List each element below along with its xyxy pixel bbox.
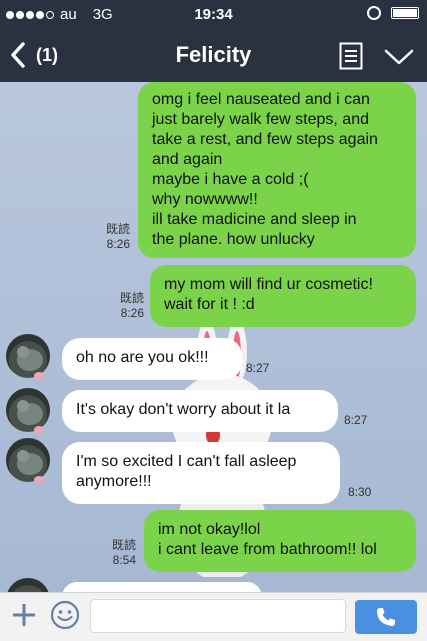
emoji-button[interactable] <box>50 600 80 630</box>
battery-icon <box>391 7 419 19</box>
back-button[interactable]: (1) <box>10 42 58 68</box>
plus-icon <box>13 604 35 626</box>
chat-area[interactable]: 既読 8:26 omg i feel nauseated and i can j… <box>0 82 427 592</box>
message-time: 8:54 <box>112 553 136 567</box>
message-input[interactable] <box>90 599 346 633</box>
my-message-bubble[interactable]: im not okay!lol i cant leave from bathro… <box>144 510 416 572</box>
paw-icon <box>34 426 44 434</box>
paw-icon <box>34 476 44 484</box>
rotation-lock-icon <box>367 6 381 20</box>
my-message-bubble[interactable]: my mom will find ur cosmetic! wait for i… <box>150 265 416 327</box>
message-time: 8:27 <box>344 413 368 427</box>
chat-header: (1) Felicity <box>0 30 427 82</box>
their-message-bubble[interactable]: It's okay don't worry about it la <box>62 390 338 432</box>
their-message-bubble[interactable]: oh no are you ok!!! <box>62 338 242 380</box>
my-message-bubble[interactable]: omg i feel nauseated and i can just bare… <box>138 82 416 258</box>
expand-menu-button[interactable] <box>383 44 415 68</box>
read-receipt: 既読 <box>111 538 136 552</box>
smiley-icon <box>50 600 80 630</box>
status-bar: au 3G 19:34 <box>0 0 427 30</box>
paw-icon <box>34 372 44 380</box>
avatar[interactable] <box>6 334 50 378</box>
unread-count: (1) <box>36 44 58 65</box>
read-receipt: 既読 <box>119 291 144 305</box>
message-time: 8:26 <box>120 306 144 320</box>
avatar[interactable] <box>6 578 50 592</box>
chevron-down-icon <box>384 49 414 65</box>
their-message-bubble[interactable]: I'm so excited I can't fall asleep anymo… <box>62 442 340 504</box>
message-time: 8:26 <box>106 237 130 251</box>
read-receipt: 既読 <box>105 222 130 236</box>
message-time: 8:27 <box>246 361 270 375</box>
note-list-icon <box>339 42 363 70</box>
chevron-left-icon <box>11 42 25 68</box>
note-list-button[interactable] <box>339 42 363 70</box>
add-button[interactable] <box>10 601 38 629</box>
phone-icon <box>377 608 395 626</box>
status-time: 19:34 <box>194 6 233 23</box>
message-input-bar <box>0 592 427 641</box>
avatar[interactable] <box>6 388 50 432</box>
message-time: 8:30 <box>348 485 372 499</box>
call-button[interactable] <box>355 600 417 634</box>
their-message-bubble[interactable] <box>62 582 262 592</box>
avatar[interactable] <box>6 438 50 482</box>
